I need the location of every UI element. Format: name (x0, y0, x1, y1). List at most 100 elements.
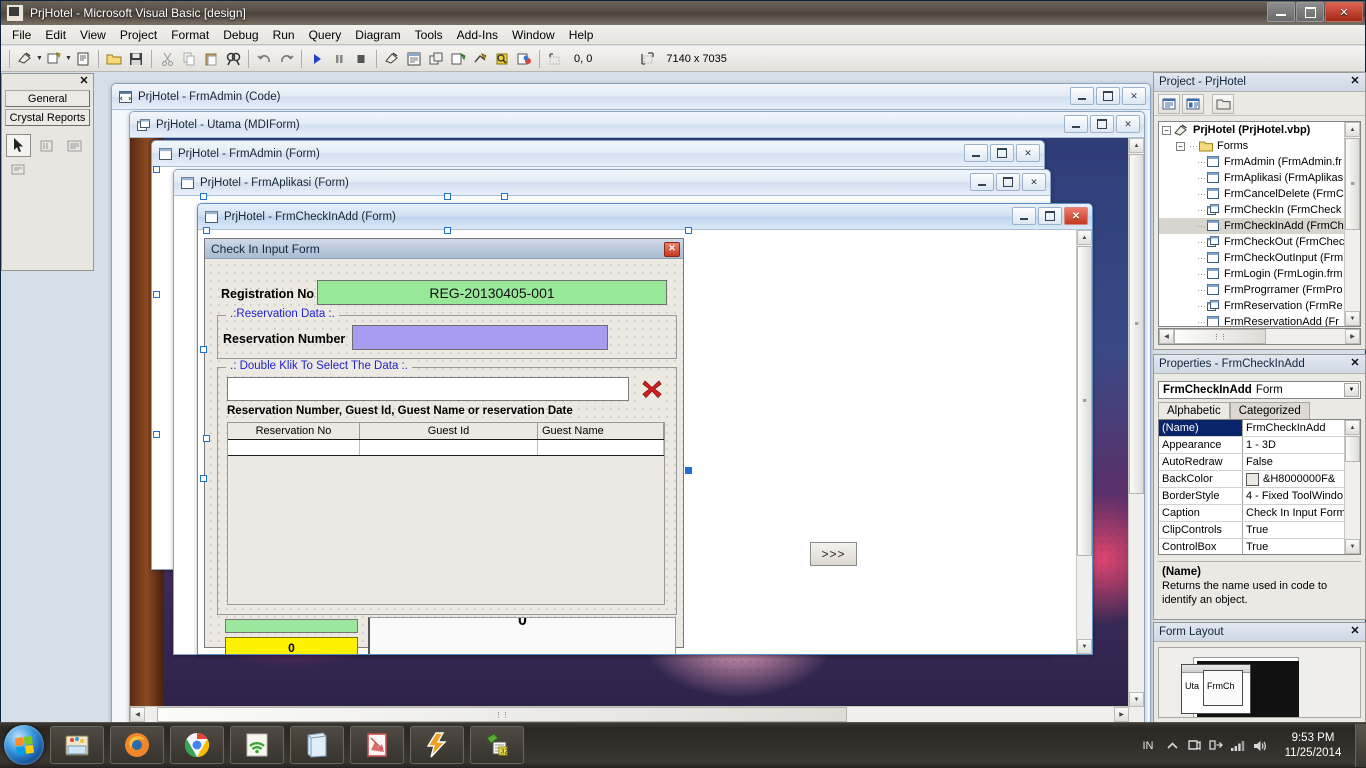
add-project-dropdown-icon[interactable]: ▼ (36, 49, 43, 69)
tree-node-root[interactable]: − PrjHotel (PrjHotel.vbp) (1159, 122, 1360, 138)
action-center-icon[interactable] (1183, 723, 1205, 768)
minimize-button[interactable] (1267, 2, 1295, 22)
project-explorer-icon[interactable] (382, 49, 402, 69)
resize-handle[interactable] (153, 431, 160, 438)
close-icon[interactable]: ✕ (1348, 75, 1362, 89)
menu-help[interactable]: Help (562, 26, 601, 44)
registration-no-field[interactable]: REG-20130405-001 (317, 280, 667, 305)
minimize-button[interactable] (970, 173, 994, 191)
resize-handle[interactable] (200, 475, 207, 482)
scroll-right-button[interactable]: ▶ (1345, 329, 1360, 344)
tree-node-forms-folder[interactable]: − ⋯ Forms (1159, 138, 1360, 154)
red-x-delete-icon[interactable] (639, 376, 665, 402)
menu-window[interactable]: Window (505, 26, 562, 44)
scroll-thumb[interactable]: ⋮⋮ (1174, 329, 1266, 344)
property-value[interactable]: FrmCheckInAdd (1243, 420, 1360, 436)
maximize-button[interactable] (1096, 87, 1120, 105)
property-row-appearance[interactable]: Appearance 1 - 3D (1159, 437, 1360, 454)
resize-handle[interactable] (444, 193, 451, 200)
property-row-borderstyle[interactable]: BorderStyle 4 - Fixed ToolWindo (1159, 488, 1360, 505)
maximize-button[interactable] (1090, 115, 1114, 133)
taskbar-file-explorer-icon[interactable] (50, 726, 104, 764)
menu-edit[interactable]: Edit (38, 26, 73, 44)
minimize-button[interactable] (964, 144, 988, 162)
toolbox-icon[interactable] (470, 49, 490, 69)
scroll-down-button[interactable]: ▼ (1345, 311, 1360, 326)
form-close-icon[interactable]: ✕ (664, 242, 680, 257)
find-icon[interactable] (223, 49, 243, 69)
menu-view[interactable]: View (73, 26, 113, 44)
toolbox-close-icon[interactable]: ✕ (77, 75, 91, 88)
property-value[interactable]: 1 - 3D (1243, 437, 1360, 453)
tree-node-frmaplikasi[interactable]: ⋯ FrmAplikasi (FrmAplikas (1159, 170, 1360, 186)
tree-node-frmreservationadd[interactable]: ⋯ FrmReservationAdd (Fr (1159, 314, 1360, 326)
scroll-up-button[interactable]: ▲ (1129, 138, 1144, 153)
maximize-button[interactable] (1038, 207, 1062, 225)
menu-editor-icon[interactable] (73, 49, 93, 69)
visual-component-manager-icon[interactable] (514, 49, 534, 69)
tree-node-frmcanceldelete[interactable]: ⋯ FrmCancelDelete (FrmC (1159, 186, 1360, 202)
close-icon[interactable]: ✕ (1348, 357, 1362, 371)
scroll-left-button[interactable]: ◀ (1159, 329, 1174, 344)
pointer-icon[interactable] (6, 134, 31, 157)
properties-vertical-scrollbar[interactable]: ▲ ▼ (1344, 420, 1360, 554)
resize-handle[interactable] (685, 227, 692, 234)
taskbar-google-chrome-icon[interactable] (170, 726, 224, 764)
tree-node-frmadmin[interactable]: ⋯ FrmAdmin (FrmAdmin.fr (1159, 154, 1360, 170)
tab-alphabetic[interactable]: Alphabetic (1158, 402, 1230, 419)
window-titlebar[interactable]: PrjHotel - FrmCheckInAdd (Form) ✕ (198, 204, 1092, 230)
add-form-dropdown-icon[interactable]: ▼ (65, 49, 72, 69)
scroll-down-button[interactable]: ▼ (1129, 692, 1144, 707)
taskbar-visual-basic-icon[interactable]: 32 (470, 726, 524, 764)
scroll-left-button[interactable]: ◀ (130, 707, 145, 722)
reservation-number-field[interactable] (352, 325, 608, 350)
scroll-thumb[interactable]: ≡ (1129, 154, 1144, 494)
menu-debug[interactable]: Debug (216, 26, 265, 44)
scroll-up-button[interactable]: ▲ (1077, 230, 1092, 245)
data-view-icon[interactable] (492, 49, 512, 69)
add-form-icon[interactable] (44, 49, 64, 69)
form-layout-canvas[interactable]: Uta FrmCh (1158, 647, 1361, 718)
volume-icon[interactable] (1249, 723, 1271, 768)
menu-tools[interactable]: Tools (408, 26, 450, 44)
tree-vertical-scrollbar[interactable]: ▲ ≡ ▼ (1344, 122, 1360, 326)
tree-node-frmcheckoutinput[interactable]: ⋯ FrmCheckOutInput (Frm (1159, 250, 1360, 266)
resize-handle[interactable] (203, 227, 210, 234)
property-value[interactable]: True (1243, 522, 1360, 538)
window-titlebar[interactable]: PrjHotel - Utama (MDIForm) ✕ (130, 112, 1144, 138)
network-icon[interactable] (1205, 723, 1227, 768)
mdi-vertical-scrollbar[interactable]: ▲ ≡ ▼ (1128, 138, 1144, 707)
language-indicator[interactable]: IN (1135, 723, 1161, 768)
collapse-toggle-icon[interactable]: − (1162, 125, 1171, 135)
browse-reservation-button[interactable]: >>> (810, 542, 857, 566)
tree-node-frmcheckout[interactable]: ⋯ FrmCheckOut (FrmChec (1159, 234, 1360, 250)
add-project-icon[interactable] (15, 49, 35, 69)
taskbar-firefox-icon[interactable] (110, 726, 164, 764)
tree-node-frmcheckin[interactable]: ⋯ FrmCheckIn (FrmCheck (1159, 202, 1360, 218)
scroll-thumb[interactable] (1345, 436, 1360, 462)
scroll-down-button[interactable]: ▼ (1077, 639, 1092, 654)
object-selector-combobox[interactable]: FrmCheckInAdd Form ▼ (1158, 381, 1361, 399)
close-icon[interactable]: ✕ (1348, 625, 1362, 639)
menu-add-ins[interactable]: Add-Ins (450, 26, 505, 44)
property-row-autoredraw[interactable]: AutoRedraw False (1159, 454, 1360, 471)
close-button[interactable]: ✕ (1064, 207, 1088, 225)
property-value[interactable]: True (1243, 539, 1360, 554)
toggle-folders-icon[interactable] (1212, 93, 1234, 114)
tree-node-frmprogrramer[interactable]: ⋯ FrmProgrramer (FrmPro (1159, 282, 1360, 298)
properties-grid[interactable]: (Name) FrmCheckInAdd Appearance 1 - 3D A… (1158, 419, 1361, 555)
menu-run[interactable]: Run (266, 26, 302, 44)
reservation-data-grid[interactable]: Reservation No Guest Id Guest Name (227, 422, 665, 605)
property-row-caption[interactable]: Caption Check In Input Form (1159, 505, 1360, 522)
maximize-button[interactable] (1296, 2, 1324, 22)
property-value-with-swatch[interactable]: &H8000000F& (1243, 471, 1360, 487)
scroll-thumb[interactable]: ⋮⋮ (157, 707, 847, 722)
copy-icon[interactable] (179, 49, 199, 69)
show-hidden-icons-chevron[interactable] (1161, 723, 1183, 768)
resize-handle[interactable] (153, 291, 160, 298)
taskbar-image-viewer-icon[interactable] (350, 726, 404, 764)
signal-icon[interactable] (1227, 723, 1249, 768)
resize-handle[interactable] (685, 467, 692, 474)
chevron-down-icon[interactable]: ▼ (1344, 383, 1359, 397)
windows-start-orb[interactable] (4, 725, 44, 765)
